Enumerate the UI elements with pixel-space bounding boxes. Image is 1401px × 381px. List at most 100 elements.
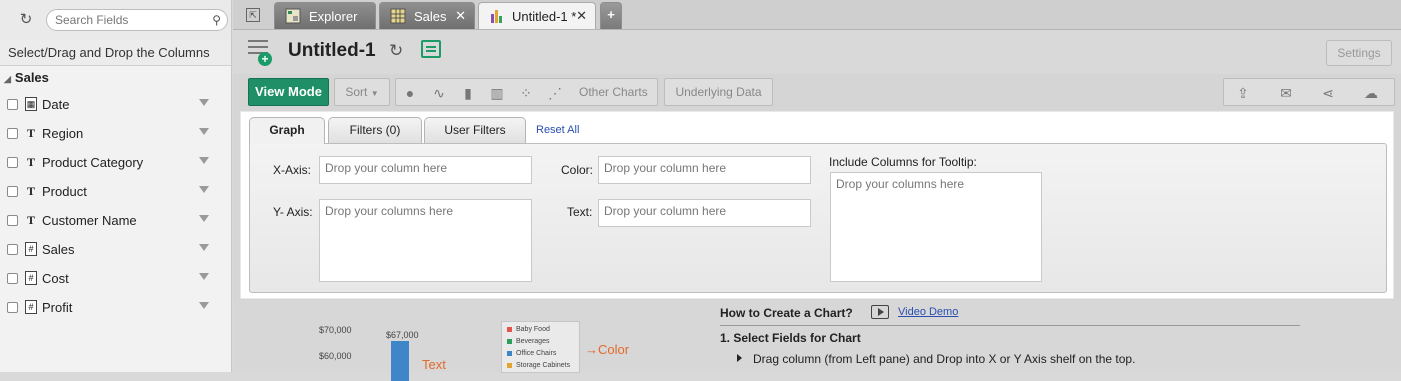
- field-label: Product: [42, 184, 87, 199]
- checkbox[interactable]: [7, 157, 18, 168]
- filter-funnel-icon[interactable]: [199, 157, 209, 164]
- pie-chart-icon[interactable]: ●: [396, 79, 424, 107]
- y-tick-label: $70,000: [319, 325, 352, 335]
- table-group[interactable]: ◢ Sales: [0, 66, 231, 90]
- measure-icon: #: [25, 300, 37, 314]
- export-icon[interactable]: ⇪: [1229, 79, 1257, 107]
- filter-funnel-icon[interactable]: [199, 128, 209, 135]
- field-list: ▦ Date T Region T Product Category T Product…: [0, 90, 231, 322]
- legend-label: Storage Cabinets: [516, 362, 571, 369]
- tab-graph[interactable]: Graph: [249, 117, 325, 144]
- yaxis-drop-zone[interactable]: Drop your columns here: [319, 199, 532, 282]
- table-group-label: Sales: [14, 70, 49, 85]
- tab-user-filters[interactable]: User Filters: [424, 117, 526, 143]
- collapse-triangle-icon[interactable]: ◢: [4, 67, 11, 91]
- report-title-bar: + Untitled-1 ↻ Settings: [233, 30, 1401, 74]
- sample-legend: Baby Food Beverages Office Chairs Storag…: [501, 321, 580, 373]
- video-demo-link[interactable]: Video Demo: [898, 306, 958, 318]
- bullet-triangle-icon: [737, 354, 742, 362]
- color-drop-zone[interactable]: Drop your column here: [598, 156, 811, 184]
- legend-label: Office Chairs: [516, 350, 557, 357]
- filter-funnel-icon[interactable]: [199, 215, 209, 222]
- refresh-icon[interactable]: ↻: [17, 11, 35, 29]
- bar-chart-icon[interactable]: ▮: [454, 79, 482, 107]
- other-charts-button[interactable]: Other Charts: [579, 79, 648, 105]
- checkbox[interactable]: [7, 273, 18, 284]
- field-label: Profit: [42, 300, 73, 315]
- field-item-date[interactable]: ▦ Date: [0, 90, 231, 119]
- field-item-customer-name[interactable]: T Customer Name: [0, 206, 231, 235]
- chart-type-group: ● ∿ ▮ ▥ ⁘ ⋰ Other Charts: [395, 78, 658, 106]
- checkbox[interactable]: [7, 99, 18, 110]
- field-label: Cost: [42, 271, 69, 286]
- filter-funnel-icon[interactable]: [199, 273, 209, 280]
- filter-funnel-icon[interactable]: [199, 186, 209, 193]
- field-item-sales[interactable]: # Sales: [0, 235, 231, 264]
- tooltip-drop-zone[interactable]: Drop your columns here: [830, 172, 1042, 282]
- reset-all-link[interactable]: Reset All: [536, 124, 579, 136]
- shelves-form: X-Axis: Drop your column here Y- Axis: D…: [249, 143, 1387, 293]
- legend-label: Baby Food: [516, 326, 550, 333]
- checkbox[interactable]: [7, 128, 18, 139]
- report-menu-icon[interactable]: +: [248, 40, 272, 66]
- search-field[interactable]: ⚲: [46, 9, 228, 31]
- legend-item: Office Chairs: [506, 348, 575, 360]
- new-view-icon[interactable]: [421, 40, 441, 58]
- line-chart-icon[interactable]: ∿: [425, 79, 453, 107]
- area-chart-icon[interactable]: ⋰: [541, 79, 569, 107]
- close-icon[interactable]: ✕: [455, 8, 466, 24]
- field-label: Product Category: [42, 155, 144, 170]
- checkbox[interactable]: [7, 302, 18, 313]
- close-icon[interactable]: ✕: [576, 8, 587, 24]
- search-input[interactable]: [55, 12, 205, 28]
- search-row: ↻ ⚲: [0, 0, 231, 40]
- checkbox[interactable]: [7, 215, 18, 226]
- tab-sales[interactable]: Sales ✕: [379, 2, 475, 29]
- step-heading: 1. Select Fields for Chart: [720, 331, 861, 345]
- checkbox[interactable]: [7, 244, 18, 255]
- search-icon[interactable]: ⚲: [212, 13, 221, 27]
- text-drop-zone[interactable]: Drop your column here: [598, 199, 811, 227]
- scatter-chart-icon[interactable]: ⁘: [512, 79, 540, 107]
- report-title[interactable]: Untitled-1: [288, 40, 376, 62]
- xaxis-drop-zone[interactable]: Drop your column here: [319, 156, 532, 184]
- tab-filters[interactable]: Filters (0): [328, 117, 422, 143]
- checkbox[interactable]: [7, 186, 18, 197]
- field-item-profit[interactable]: # Profit: [0, 293, 231, 322]
- field-label: Date: [42, 97, 70, 112]
- tab-bar: ⇱ Explorer Sales ✕ Untitled-1 * ✕ +: [233, 0, 1401, 30]
- text-label: Text:: [567, 205, 593, 219]
- stacked-bar-icon[interactable]: ▥: [483, 79, 511, 107]
- filter-funnel-icon[interactable]: [199, 99, 209, 106]
- tab-explorer[interactable]: Explorer: [274, 2, 376, 29]
- measure-icon: #: [25, 242, 37, 256]
- chevron-down-icon: ▼: [370, 89, 379, 98]
- refresh-icon[interactable]: ↻: [389, 41, 403, 61]
- bar-data-label: $67,000: [386, 330, 419, 340]
- tab-untitled-1[interactable]: Untitled-1 * ✕: [478, 2, 596, 29]
- view-mode-button[interactable]: View Mode: [248, 78, 329, 106]
- settings-button[interactable]: Settings: [1326, 40, 1392, 66]
- email-icon[interactable]: ✉: [1272, 79, 1300, 107]
- field-label: Customer Name: [42, 213, 137, 228]
- field-item-cost[interactable]: # Cost: [0, 264, 231, 293]
- underlying-data-button[interactable]: Underlying Data: [664, 78, 773, 106]
- field-item-product-category[interactable]: T Product Category: [0, 148, 231, 177]
- video-play-icon[interactable]: [871, 305, 889, 319]
- text-type-icon: T: [26, 126, 35, 140]
- publish-cloud-icon[interactable]: ☁: [1357, 79, 1385, 107]
- collapse-pane-icon[interactable]: ⇱: [246, 8, 260, 22]
- main-area: + Untitled-1 ↻ Settings View Mode Sort ▼…: [233, 30, 1401, 381]
- filter-funnel-icon[interactable]: [199, 244, 209, 251]
- sort-dropdown[interactable]: Sort ▼: [334, 78, 390, 106]
- new-tab-button[interactable]: +: [600, 2, 622, 29]
- filter-funnel-icon[interactable]: [199, 302, 209, 309]
- field-item-region[interactable]: T Region: [0, 119, 231, 148]
- explorer-icon: [285, 8, 301, 24]
- legend-label: Beverages: [516, 338, 550, 345]
- yaxis-label: Y- Axis:: [273, 205, 313, 219]
- field-item-product[interactable]: T Product: [0, 177, 231, 206]
- legend-item: Baby Food: [506, 324, 575, 336]
- share-icon[interactable]: ⋖: [1314, 79, 1342, 107]
- step-description: Drag column (from Left pane) and Drop in…: [753, 352, 1136, 366]
